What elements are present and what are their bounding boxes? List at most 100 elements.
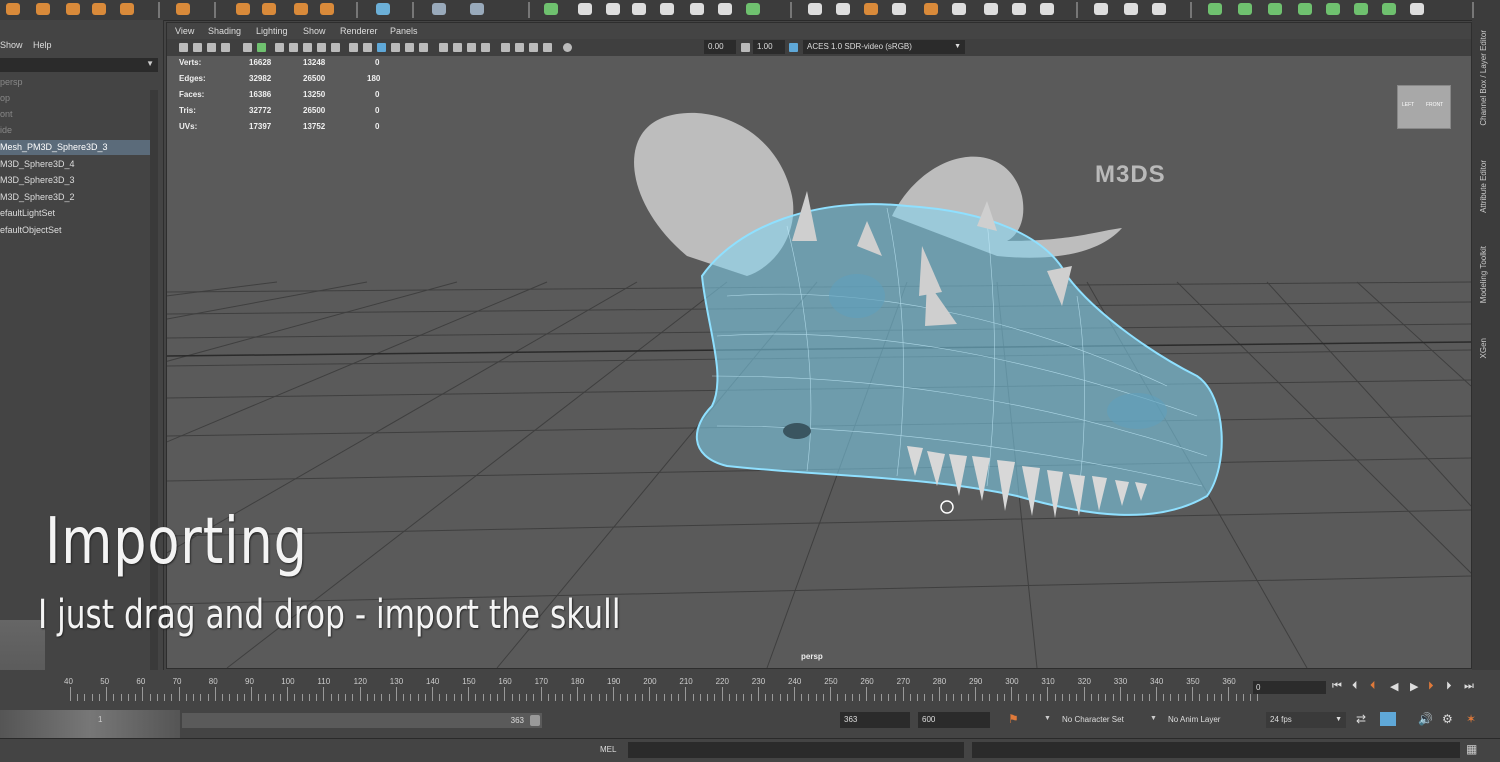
tab-attribute-editor[interactable]: Attribute Editor [1479,160,1488,213]
textured-icon[interactable] [391,43,400,52]
shelf-tool-icon[interactable] [690,3,704,15]
shelf-tool-icon[interactable] [1094,3,1108,15]
outliner-item[interactable]: M3D_Sphere3D_4 [0,157,150,172]
play-forward-icon[interactable]: ▶ [1410,680,1418,693]
smooth-shade-icon[interactable] [363,43,372,52]
shelf-tool-icon[interactable] [92,3,106,15]
view-cube[interactable]: LEFT FRONT [1397,85,1451,129]
shelf-tool-icon[interactable] [984,3,998,15]
shelf-tool-icon[interactable] [544,3,558,15]
tab-xgen[interactable]: XGen [1479,338,1488,358]
shelf-tool-icon[interactable] [606,3,620,15]
xray-joints-icon[interactable] [529,43,538,52]
viewport-menu-panels[interactable]: Panels [390,26,418,36]
outliner-item[interactable]: efaultObjectSet [0,223,150,238]
motion-blur-icon[interactable] [453,43,462,52]
isolate-select-icon[interactable] [501,43,510,52]
shelf-tool-icon[interactable] [1298,3,1312,15]
shelf-tool-icon[interactable] [36,3,50,15]
outliner-item[interactable]: M3D_Sphere3D_3 [0,173,150,188]
shelf-tool-icon[interactable] [1012,3,1026,15]
auto-key-icon[interactable]: ⚑ [1008,712,1019,726]
playback-end-field[interactable]: 600 [918,712,990,728]
shelf-tool-icon[interactable] [6,3,20,15]
shelf-tool-icon[interactable] [320,3,334,15]
anim-layer-dropdown[interactable]: No Anim Layer [1168,715,1220,724]
viewport-menu-lighting[interactable]: Lighting [256,26,288,36]
step-back-frame-icon[interactable]: ⏴ [1370,680,1376,693]
shelf-tool-icon[interactable] [746,3,760,15]
viewport-menu-renderer[interactable]: Renderer [340,26,378,36]
field-chart-icon[interactable] [303,43,312,52]
shelf-tool-icon[interactable] [120,3,134,15]
antialias-icon[interactable] [467,43,476,52]
safe-title-icon[interactable] [331,43,340,52]
shelf-tool-icon[interactable] [376,3,390,15]
go-to-end-icon[interactable]: ⏭ [1464,680,1474,693]
shelf-tool-icon[interactable] [836,3,850,15]
step-forward-frame-icon[interactable]: ⏵ [1428,680,1434,693]
outliner-item[interactable]: efaultLightSet [0,206,150,221]
shelf-tool-icon[interactable] [236,3,250,15]
shelf-tool-icon[interactable] [1326,3,1340,15]
shelf-tool-icon[interactable] [470,3,484,15]
xray-components-icon[interactable] [543,43,552,52]
anim-end-field[interactable]: 363 [840,712,910,728]
fps-dropdown[interactable]: 24 fps ▼ [1266,712,1346,728]
grid-icon[interactable] [243,43,252,52]
shelf-tool-icon[interactable] [718,3,732,15]
camera-attributes-icon[interactable] [193,43,202,52]
wireframe-on-shaded-icon[interactable] [377,43,386,52]
outliner-menu-show[interactable]: Show [0,40,23,50]
exposure-icon[interactable] [563,43,572,52]
wireframe-icon[interactable] [349,43,358,52]
shelf-tool-icon[interactable] [1124,3,1138,15]
shelf-tool-icon[interactable] [1382,3,1396,15]
gamma-icon[interactable] [741,43,750,52]
shelf-tool-icon[interactable] [262,3,276,15]
range-start-field[interactable]: 1 [98,715,102,724]
viewport-menu-view[interactable]: View [175,26,194,36]
shelf-tool-icon[interactable] [924,3,938,15]
step-forward-key-icon[interactable]: ⏵ [1446,680,1452,693]
tab-channel-box[interactable]: Channel Box / Layer Editor [1479,30,1488,126]
color-space-dropdown[interactable]: ACES 1.0 SDR-video (sRGB) ▼ [803,40,965,54]
preferences-icon[interactable]: ⚙ [1442,712,1453,726]
chevron-down-icon[interactable]: ▼ [1044,715,1051,722]
tab-modeling-toolkit[interactable]: Modeling Toolkit [1479,246,1488,303]
outliner-search-input[interactable]: ▼ [0,58,158,72]
shelf-tool-icon[interactable] [632,3,646,15]
pivot-manipulator-icon[interactable] [940,500,954,514]
bookmark-icon[interactable] [207,43,216,52]
shelf-tool-icon[interactable] [1268,3,1282,15]
shelf-tool-icon[interactable] [578,3,592,15]
script-editor-icon[interactable]: ▦ [1466,742,1477,756]
shelf-tool-icon[interactable] [864,3,878,15]
resolution-gate-icon[interactable] [275,43,284,52]
range-slider[interactable]: 363 [182,713,542,728]
outliner-item[interactable]: M3D_Sphere3D_2 [0,190,150,205]
shelf-tool-icon[interactable] [294,3,308,15]
shelf-tool-icon[interactable] [66,3,80,15]
color-management-icon[interactable] [789,43,798,52]
command-input[interactable] [628,742,964,758]
safe-action-icon[interactable] [317,43,326,52]
camera-select-icon[interactable] [179,43,188,52]
command-language-label[interactable]: MEL [600,745,616,754]
range-slider-handle[interactable] [530,715,540,726]
shelf-tool-icon[interactable] [660,3,674,15]
exposure-field[interactable]: 0.00 [704,40,736,54]
ambient-occlusion-icon[interactable] [439,43,448,52]
shelf-tool-icon[interactable] [808,3,822,15]
lights-icon[interactable] [405,43,414,52]
shelf-tool-icon[interactable] [1354,3,1368,15]
shelf-tool-icon[interactable] [952,3,966,15]
loop-icon[interactable]: ⇄ [1356,712,1366,726]
outliner-item[interactable]: ont [0,107,150,122]
outliner-menu-help[interactable]: Help [33,40,52,50]
viewport-panel[interactable]: View Shading Lighting Show Renderer Pane… [166,22,1472,669]
sound-icon[interactable]: 🔊 [1418,712,1433,726]
depth-of-field-icon[interactable] [481,43,490,52]
shelf-tool-icon[interactable] [892,3,906,15]
view-cube-left-face[interactable]: LEFT [1402,102,1414,108]
